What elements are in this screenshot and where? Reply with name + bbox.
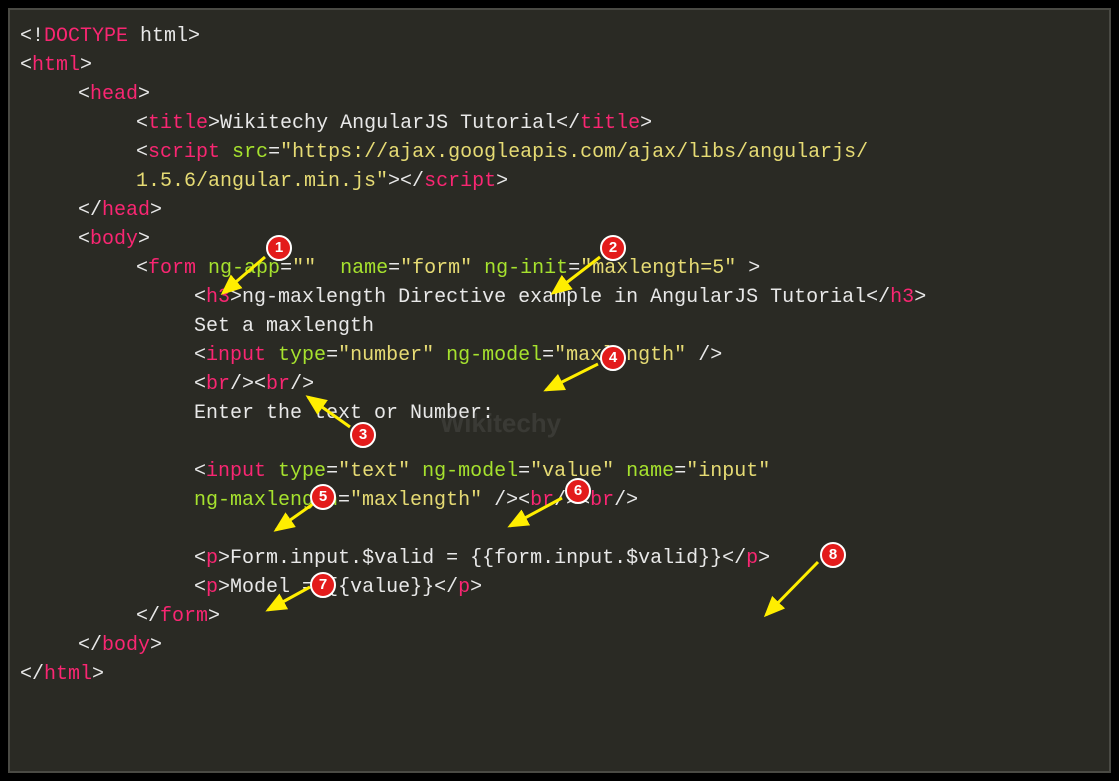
annotation-arrow bbox=[545, 255, 605, 300]
annotation-marker-1: 1 bbox=[266, 235, 292, 261]
annotation-marker-5: 5 bbox=[310, 484, 336, 510]
annotation-arrow bbox=[538, 362, 603, 397]
code-line: 1.5.6/angular.min.js"></script> bbox=[20, 167, 1099, 196]
code-line: </head> bbox=[20, 196, 1099, 225]
code-block: <!DOCTYPE html> document.querySelector('… bbox=[8, 8, 1111, 773]
code-line: </body> bbox=[20, 631, 1099, 660]
code-line: <title>Wikitechy AngularJS Tutorial</tit… bbox=[20, 109, 1099, 138]
annotation-marker-7: 7 bbox=[310, 572, 336, 598]
annotation-marker-6: 6 bbox=[565, 478, 591, 504]
annotation-arrow bbox=[758, 560, 823, 620]
code-line: <!DOCTYPE html> bbox=[20, 22, 1099, 51]
code-line: Set a maxlength bbox=[20, 312, 1099, 341]
annotation-marker-3: 3 bbox=[350, 422, 376, 448]
code-line: <p>Model = {{value}}</p> bbox=[20, 573, 1099, 602]
code-line bbox=[20, 428, 1099, 457]
code-line: </html> bbox=[20, 660, 1099, 689]
code-line: Enter the text or Number: bbox=[20, 399, 1099, 428]
code-line: <script src="https://ajax.googleapis.com… bbox=[20, 138, 1099, 167]
annotation-marker-4: 4 bbox=[600, 345, 626, 371]
code-line: <p>Form.input.$valid = {{form.input.$val… bbox=[20, 544, 1099, 573]
code-line: </form> bbox=[20, 602, 1099, 631]
annotation-arrow bbox=[268, 502, 318, 537]
code-line: <head> bbox=[20, 80, 1099, 109]
annotation-marker-2: 2 bbox=[600, 235, 626, 261]
code-line: <html> bbox=[20, 51, 1099, 80]
code-line: <body> bbox=[20, 225, 1099, 254]
annotation-arrow bbox=[260, 565, 315, 615]
annotation-arrow bbox=[215, 255, 270, 300]
annotation-arrow bbox=[300, 392, 355, 432]
annotation-marker-8: 8 bbox=[820, 542, 846, 568]
annotation-arrow bbox=[502, 496, 567, 531]
code-line: <input type="text" ng-model="value" name… bbox=[20, 457, 1099, 486]
